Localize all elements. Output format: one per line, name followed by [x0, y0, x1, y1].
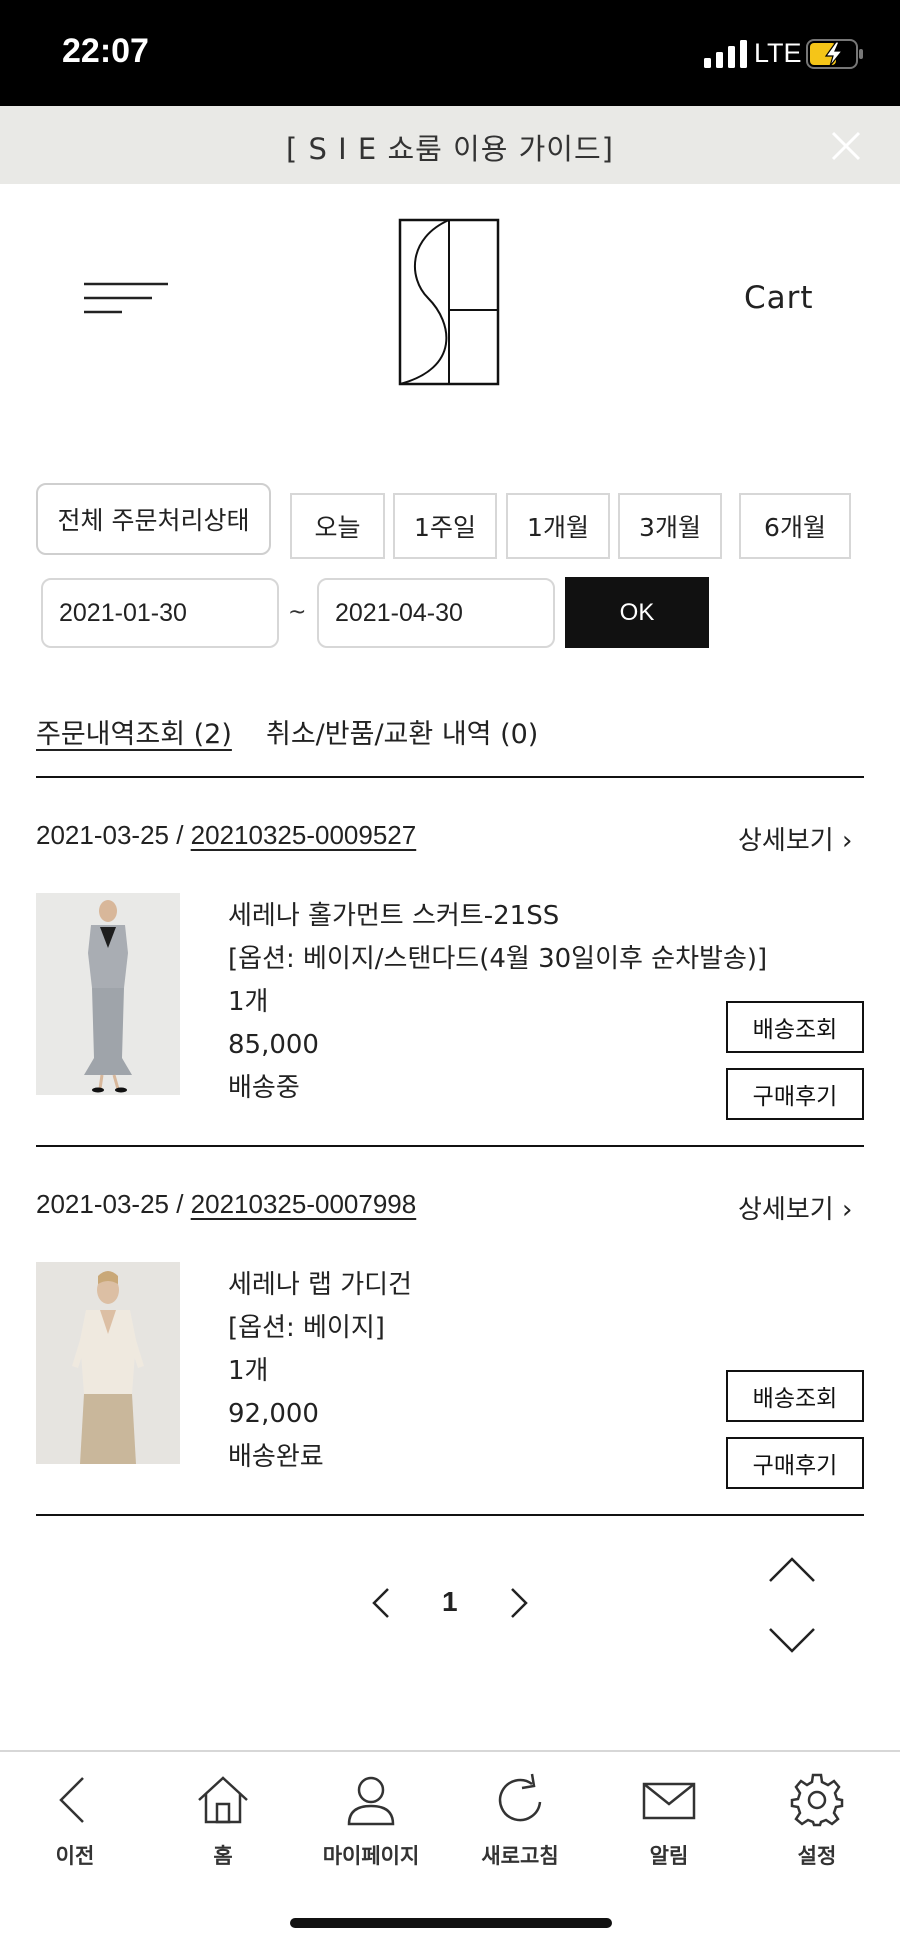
scroll-top-icon[interactable] [768, 1556, 816, 1584]
sie-logo[interactable] [398, 218, 500, 386]
nav-label: 새로고침 [481, 1844, 559, 1868]
cart-link[interactable]: Cart [744, 280, 814, 316]
refresh-icon [498, 1773, 542, 1822]
nav-label: 설정 [797, 1844, 837, 1868]
order-number-link[interactable]: 20210325-0009527 [191, 820, 417, 850]
tab-order-history[interactable]: 주문내역조회 (2) [36, 712, 232, 751]
product-quantity: 1개 [228, 987, 269, 1017]
network-type: LTE [754, 38, 802, 68]
home-icon [198, 1776, 248, 1824]
guide-banner[interactable]: [ S I E 쇼룸 이용 가이드] [0, 106, 900, 184]
product-option: [옵션: 베이지] [228, 1313, 385, 1343]
scroll-bottom-icon[interactable] [768, 1626, 816, 1654]
menu-icon[interactable] [82, 280, 170, 320]
order-date: 2021-03-25 [36, 1189, 169, 1219]
period-1week-button[interactable]: 1주일 [393, 493, 497, 559]
product-info: 세레나 홀가먼트 스커트-21SS [옵션: 베이지/스탠다드(4월 30일이후… [228, 895, 767, 1110]
order-detail-link[interactable]: 상세보기 › [738, 1189, 852, 1226]
product-name-link[interactable]: 세레나 홀가먼트 스커트-21SS [228, 895, 767, 938]
track-delivery-button[interactable]: 배송조회 [726, 1001, 864, 1053]
nav-refresh[interactable]: 새로고침 [455, 1772, 585, 1870]
shipping-status: 배송중 [228, 1073, 300, 1103]
guide-banner-text: [ S I E 쇼룸 이용 가이드] [286, 132, 614, 166]
product-quantity: 1개 [228, 1356, 269, 1386]
shipping-status: 배송완료 [228, 1442, 324, 1472]
nav-label: 알림 [649, 1844, 689, 1868]
order-number-link[interactable]: 20210325-0007998 [191, 1189, 417, 1219]
order-date-line: 2021-03-25 / 20210325-0007998 [36, 1189, 416, 1220]
order-separator: / [169, 1189, 191, 1219]
divider [36, 776, 864, 778]
nav-settings[interactable]: 설정 [752, 1772, 882, 1870]
signal-icon [704, 40, 747, 68]
end-date-input[interactable]: 2021-04-30 [317, 578, 555, 648]
write-review-button[interactable]: 구매후기 [726, 1068, 864, 1120]
user-icon [347, 1776, 395, 1826]
battery-charging-icon [806, 39, 863, 69]
order-separator: / [169, 820, 191, 850]
home-indicator[interactable] [290, 1918, 612, 1928]
nav-home[interactable]: 홈 [158, 1772, 288, 1870]
close-icon[interactable] [830, 130, 862, 162]
order-date-line: 2021-03-25 / 20210325-0009527 [36, 820, 416, 851]
period-1month-button[interactable]: 1개월 [506, 493, 610, 559]
product-price: 85,000 [228, 1030, 319, 1060]
product-image[interactable] [36, 1262, 180, 1464]
start-date-input[interactable]: 2021-01-30 [41, 578, 279, 648]
divider [36, 1514, 864, 1516]
divider [36, 1145, 864, 1147]
clock: 22:07 [62, 32, 149, 70]
gear-icon [790, 1773, 844, 1827]
nav-notifications[interactable]: 알림 [604, 1772, 734, 1870]
status-bar: 22:07 LTE [0, 0, 900, 106]
write-review-button[interactable]: 구매후기 [726, 1437, 864, 1489]
product-name-link[interactable]: 세레나 랩 가디건 [228, 1264, 412, 1307]
product-image[interactable] [36, 893, 180, 1095]
period-6months-button[interactable]: 6개월 [739, 493, 851, 559]
nav-back[interactable]: 이전 [10, 1772, 140, 1870]
track-delivery-button[interactable]: 배송조회 [726, 1370, 864, 1422]
mail-icon [642, 1782, 696, 1820]
period-today-button[interactable]: 오늘 [290, 493, 385, 559]
order-date: 2021-03-25 [36, 820, 169, 850]
nav-label: 홈 [213, 1844, 233, 1868]
current-page[interactable]: 1 [442, 1586, 458, 1618]
product-info: 세레나 랩 가디건 [옵션: 베이지] 1개 92,000 배송완료 [228, 1264, 412, 1479]
date-range-separator: ~ [288, 600, 307, 625]
back-icon [59, 1777, 84, 1823]
period-3months-button[interactable]: 3개월 [618, 493, 722, 559]
order-detail-link[interactable]: 상세보기 › [738, 820, 852, 857]
product-price: 92,000 [228, 1399, 319, 1429]
nav-label: 마이페이지 [322, 1844, 420, 1868]
order-status-select[interactable]: 전체 주문처리상태 [36, 483, 271, 555]
prev-page-icon[interactable] [370, 1586, 392, 1620]
nav-label: 이전 [55, 1844, 95, 1868]
next-page-icon[interactable] [508, 1586, 530, 1620]
tab-cancel-return-exchange[interactable]: 취소/반품/교환 내역 (0) [266, 712, 538, 751]
nav-mypage[interactable]: 마이페이지 [306, 1772, 436, 1870]
product-option: [옵션: 베이지/스탠다드(4월 30일이후 순차발송)] [228, 944, 768, 974]
search-ok-button[interactable]: OK [565, 577, 709, 648]
